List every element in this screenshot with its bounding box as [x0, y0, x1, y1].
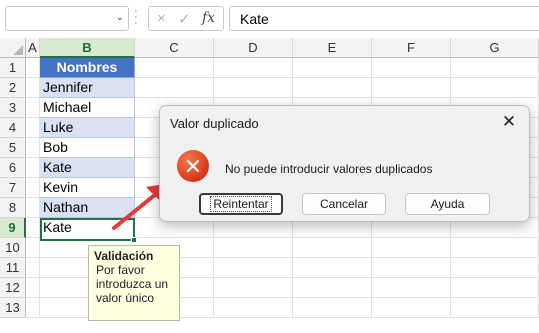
table-row[interactable]: Luke: [40, 118, 135, 138]
formula-input-value: Kate: [240, 11, 269, 27]
empty-cell[interactable]: [451, 278, 539, 298]
help-button[interactable]: Ayuda: [405, 193, 490, 215]
table-row[interactable]: Nathan: [40, 198, 135, 218]
empty-cell[interactable]: [26, 98, 40, 118]
empty-cell[interactable]: [451, 78, 539, 98]
empty-cell[interactable]: [372, 278, 451, 298]
row-header-1[interactable]: 1: [0, 58, 26, 78]
retry-button-label: Reintentar: [210, 196, 272, 212]
empty-cell[interactable]: [451, 238, 539, 258]
empty-cell[interactable]: [293, 58, 372, 78]
row-header-7[interactable]: 7: [0, 178, 26, 198]
empty-cell[interactable]: [214, 278, 293, 298]
column-header-e[interactable]: E: [293, 38, 372, 58]
empty-cell[interactable]: [451, 298, 539, 318]
formula-input[interactable]: Kate: [229, 6, 539, 31]
row-header-8[interactable]: 8: [0, 198, 26, 218]
table-header-nombres[interactable]: Nombres: [40, 58, 135, 78]
validation-body: Por favor introduzca un valor único: [96, 263, 169, 305]
empty-cell[interactable]: [26, 298, 40, 318]
table-row[interactable]: Kevin: [40, 178, 135, 198]
empty-cell[interactable]: [26, 198, 40, 218]
empty-cell[interactable]: [293, 78, 372, 98]
formula-bar: ⌄ · · · × ✓ fx Kate: [0, 0, 539, 36]
empty-cell[interactable]: [135, 78, 214, 98]
dialog-title: Valor duplicado: [170, 116, 259, 131]
empty-cell[interactable]: [293, 238, 372, 258]
cancel-entry-icon[interactable]: ×: [157, 10, 166, 27]
column-header-d[interactable]: D: [214, 38, 293, 58]
empty-cell[interactable]: [293, 258, 372, 278]
empty-cell[interactable]: [214, 298, 293, 318]
chevron-down-icon[interactable]: ⌄: [116, 12, 124, 23]
dialog-message: No puede introducir valores duplicados: [225, 162, 433, 176]
empty-cell[interactable]: [214, 238, 293, 258]
column-header-a[interactable]: A: [26, 38, 40, 58]
validation-input-message: Validación Por favor introduzca un valor…: [88, 245, 180, 321]
empty-cell[interactable]: [372, 238, 451, 258]
row-header-4[interactable]: 4: [0, 118, 26, 138]
empty-cell[interactable]: [293, 298, 372, 318]
close-icon[interactable]: ✕: [499, 112, 519, 132]
table-row[interactable]: Bob: [40, 138, 135, 158]
error-icon: [177, 150, 209, 182]
empty-cell[interactable]: [26, 238, 40, 258]
empty-cell[interactable]: [214, 258, 293, 278]
empty-cell[interactable]: [26, 178, 40, 198]
column-header-b[interactable]: B: [40, 38, 135, 58]
row-header-10[interactable]: 10: [0, 238, 26, 258]
select-all-corner[interactable]: [0, 38, 26, 58]
row-header-2[interactable]: 2: [0, 78, 26, 98]
empty-cell[interactable]: [372, 298, 451, 318]
empty-cell[interactable]: [26, 278, 40, 298]
validation-title: Validación: [94, 249, 154, 263]
table-row[interactable]: Jennifer: [40, 78, 135, 98]
insert-function-icon[interactable]: fx: [202, 10, 215, 26]
active-cell-b9[interactable]: Kate: [40, 218, 135, 238]
table-row[interactable]: Kate: [40, 158, 135, 178]
empty-cell[interactable]: [26, 58, 40, 78]
row-header-6[interactable]: 6: [0, 158, 26, 178]
empty-cell[interactable]: [26, 118, 40, 138]
row-header-3[interactable]: 3: [0, 98, 26, 118]
column-header-g[interactable]: G: [451, 38, 539, 58]
empty-cell[interactable]: [135, 58, 214, 78]
empty-cell[interactable]: [26, 138, 40, 158]
retry-button[interactable]: Reintentar: [199, 193, 283, 215]
cancel-button[interactable]: Cancelar: [302, 193, 386, 215]
empty-cell[interactable]: [372, 258, 451, 278]
row-header-11[interactable]: 11: [0, 258, 26, 278]
more-options-icon[interactable]: · · ·: [134, 6, 138, 29]
empty-cell[interactable]: [26, 158, 40, 178]
row-header-5[interactable]: 5: [0, 138, 26, 158]
empty-cell[interactable]: [451, 58, 539, 78]
empty-cell[interactable]: [214, 58, 293, 78]
empty-cell[interactable]: [26, 258, 40, 278]
row-header-12[interactable]: 12: [0, 278, 26, 298]
empty-cell[interactable]: [293, 278, 372, 298]
table-row[interactable]: Michael: [40, 98, 135, 118]
empty-cell[interactable]: [214, 78, 293, 98]
empty-cell[interactable]: [26, 78, 40, 98]
row-header-9[interactable]: 9: [0, 218, 26, 238]
empty-cell[interactable]: [451, 258, 539, 278]
duplicate-value-dialog: Valor duplicado ✕ No puede introducir va…: [159, 105, 530, 222]
row-header-13[interactable]: 13: [0, 298, 26, 318]
name-box[interactable]: ⌄: [5, 6, 129, 31]
column-header-c[interactable]: C: [135, 38, 214, 58]
empty-cell[interactable]: [372, 58, 451, 78]
empty-cell[interactable]: [26, 218, 40, 238]
column-header-f[interactable]: F: [372, 38, 451, 58]
empty-cell[interactable]: [372, 78, 451, 98]
formula-buttons: × ✓ fx: [148, 6, 224, 31]
confirm-entry-icon[interactable]: ✓: [178, 10, 191, 28]
